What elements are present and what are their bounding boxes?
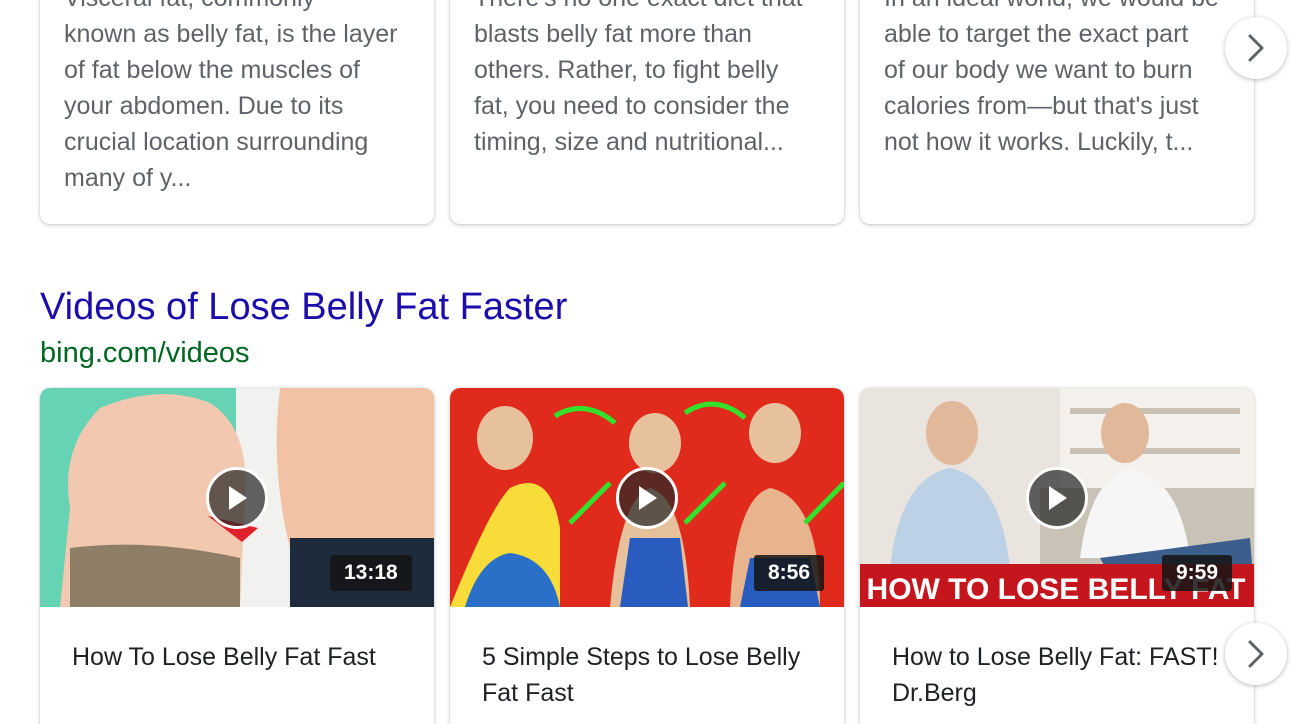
- snippet-card-1[interactable]: Visceral fat, commonly known as belly fa…: [40, 0, 434, 224]
- video-thumbnail[interactable]: HOW TO LOSE BELLY FAT 9:59: [860, 388, 1254, 607]
- play-icon: [639, 486, 657, 510]
- video-duration: 9:59: [1162, 555, 1233, 591]
- videos-section-title[interactable]: Videos of Lose Belly Fat Faster: [40, 286, 567, 329]
- chevron-right-icon: [1248, 640, 1264, 668]
- video-duration: 13:18: [330, 555, 412, 591]
- video-duration: 8:56: [754, 555, 825, 591]
- snippet-text: In an ideal world, we would be able to t…: [884, 0, 1219, 156]
- play-button[interactable]: [206, 467, 268, 529]
- video-card-3[interactable]: HOW TO LOSE BELLY FAT 9:59 How to Lose B…: [860, 388, 1254, 724]
- video-thumbnail[interactable]: 8:56: [450, 388, 844, 607]
- video-title[interactable]: 5 Simple Steps to Lose Belly Fat Fast: [482, 639, 824, 711]
- video-card-1[interactable]: 13:18 How To Lose Belly Fat Fast: [40, 388, 434, 724]
- videos-next-button[interactable]: [1225, 623, 1287, 685]
- snippet-card-3[interactable]: In an ideal world, we would be able to t…: [860, 0, 1254, 224]
- play-button[interactable]: [616, 467, 678, 529]
- snippets-next-button[interactable]: [1225, 17, 1287, 79]
- video-card-2[interactable]: 8:56 5 Simple Steps to Lose Belly Fat Fa…: [450, 388, 844, 724]
- videos-section-source[interactable]: bing.com/videos: [40, 337, 250, 370]
- snippet-text: There's no one exact diet that blasts be…: [474, 0, 803, 156]
- play-button[interactable]: [1026, 467, 1088, 529]
- video-title[interactable]: How to Lose Belly Fat: FAST! Dr.Berg: [892, 639, 1234, 711]
- play-icon: [1049, 486, 1067, 510]
- snippet-text: Visceral fat, commonly known as belly fa…: [64, 0, 398, 192]
- video-thumbnail[interactable]: 13:18: [40, 388, 434, 607]
- chevron-right-icon: [1248, 34, 1264, 62]
- snippet-card-2[interactable]: There's no one exact diet that blasts be…: [450, 0, 844, 224]
- video-title[interactable]: How To Lose Belly Fat Fast: [72, 639, 414, 675]
- play-icon: [229, 486, 247, 510]
